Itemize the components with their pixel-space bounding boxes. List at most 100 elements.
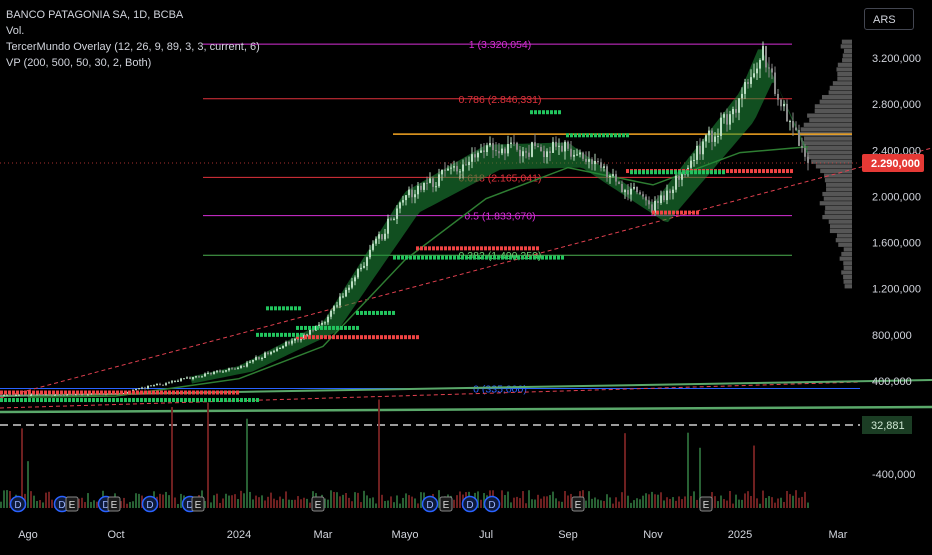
signal-marker: [12, 398, 15, 403]
volume-bar: [696, 499, 698, 508]
signal-marker: [686, 170, 689, 175]
candle-body: [393, 218, 395, 220]
candle-body: [633, 186, 635, 189]
candle-body: [456, 166, 458, 172]
volume-bar: [399, 503, 401, 508]
signal-marker: [136, 390, 139, 395]
candle-body: [72, 394, 74, 396]
signal-marker: [332, 325, 335, 330]
signal-marker: [336, 325, 339, 330]
volume-bar: [801, 496, 803, 508]
signal-marker: [714, 170, 717, 175]
signal-markers: [393, 255, 564, 260]
candle-body: [441, 169, 443, 175]
volume-bar: [300, 499, 302, 508]
volume-profile-bar: [841, 39, 852, 44]
candle-body: [546, 151, 548, 158]
volume-profile-bar: [843, 261, 852, 266]
candle-body: [543, 151, 545, 158]
signal-marker: [188, 390, 191, 395]
volume-bar: [375, 503, 377, 508]
signal-marker: [465, 255, 468, 260]
legend-volume-profile[interactable]: VP (200, 500, 50, 30, 2, Both): [6, 55, 260, 71]
candle-body: [399, 202, 401, 209]
candle-body: [552, 141, 554, 153]
candle-body: [171, 381, 173, 383]
legend-overlay[interactable]: TercerMundo Overlay (12, 26, 9, 89, 3, 3…: [6, 39, 260, 55]
signal-marker: [786, 169, 789, 174]
candle-body: [168, 382, 170, 384]
signal-marker: [32, 390, 35, 395]
signal-marker: [424, 246, 427, 251]
signal-marker: [160, 398, 163, 403]
candle-body: [759, 59, 761, 69]
volume-bar: [747, 491, 749, 508]
volume-bar: [690, 496, 692, 508]
signal-marker: [340, 335, 343, 340]
signal-marker: [400, 335, 403, 340]
signal-marker: [88, 390, 91, 395]
signal-marker: [4, 390, 7, 395]
legend-volume[interactable]: Vol.: [6, 23, 260, 39]
volume-bar: [636, 498, 638, 508]
volume-bar: [738, 499, 740, 508]
signal-marker: [489, 255, 492, 260]
signal-marker: [536, 246, 539, 251]
signal-marker: [368, 310, 371, 315]
volume-bar: [786, 490, 788, 508]
candle-body: [702, 141, 704, 155]
signal-marker: [372, 335, 375, 340]
signal-marker: [176, 398, 179, 403]
signal-marker: [397, 255, 400, 260]
volume-bar: [756, 498, 758, 508]
signal-marker: [296, 332, 299, 337]
legend-symbol[interactable]: BANCO PATAGONIA SA, 1D, BCBA: [6, 7, 260, 23]
volume-bar: [246, 418, 248, 508]
signal-marker: [276, 332, 279, 337]
signal-marker: [464, 246, 467, 251]
candle-body: [660, 195, 662, 203]
signal-marker: [754, 169, 757, 174]
volume-bar: [732, 503, 734, 508]
signal-marker: [505, 255, 508, 260]
currency-button[interactable]: ARS: [864, 8, 914, 30]
candle-body: [354, 277, 356, 282]
volume-bar: [591, 498, 593, 508]
candle-body: [330, 310, 332, 317]
candle-body: [258, 357, 260, 359]
candle-body: [678, 175, 680, 180]
signal-marker: [320, 325, 323, 330]
signal-marker: [492, 246, 495, 251]
signal-marker: [610, 133, 613, 138]
signal-marker: [558, 110, 561, 115]
chart-area[interactable]: 1 (3.320,054) 0.786 (2.846,331) 0.618 (2.1…: [0, 0, 932, 550]
signal-marker: [413, 255, 416, 260]
volume-bar: [90, 501, 92, 508]
chart-svg[interactable]: 1 (3.320,054)0.786 (2.846,331)0.618 (2.1…: [0, 0, 932, 550]
signal-marker: [428, 246, 431, 251]
earnings-marker-label: E: [195, 500, 202, 511]
volume-bar: [219, 502, 221, 508]
volume-bar: [672, 497, 674, 508]
signal-marker: [348, 335, 351, 340]
volume-bar: [354, 492, 356, 508]
candle-body: [444, 169, 446, 171]
candle-body: [261, 357, 263, 359]
signal-marker: [298, 306, 301, 311]
volume-bar: [96, 501, 98, 508]
candle-body: [621, 184, 623, 193]
candle-body: [459, 171, 461, 173]
candle-body: [597, 161, 599, 163]
volume-bar: [459, 491, 461, 508]
signal-marker: [192, 390, 195, 395]
signal-marker: [674, 170, 677, 175]
signal-marker: [80, 398, 83, 403]
signal-marker: [188, 398, 191, 403]
time-axis-tick: Mar: [829, 529, 848, 541]
candle-body: [6, 394, 8, 396]
candle-body: [219, 370, 221, 372]
time-axis-tick: Mar: [314, 529, 333, 541]
signal-marker: [702, 170, 705, 175]
volume-profile-bar: [809, 118, 852, 123]
signal-marker: [112, 390, 115, 395]
